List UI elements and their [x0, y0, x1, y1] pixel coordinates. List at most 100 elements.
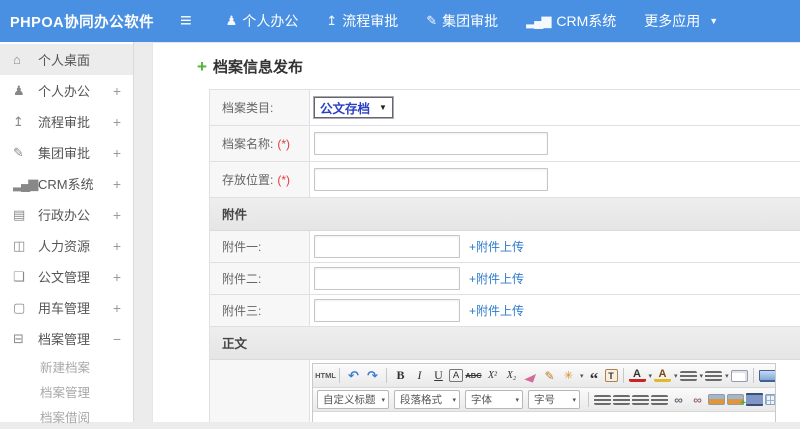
- caret-down-icon: ▾: [452, 396, 456, 404]
- align-justify-icon[interactable]: [651, 394, 668, 405]
- image-icon[interactable]: [708, 394, 725, 405]
- expand-icon[interactable]: +: [113, 83, 121, 99]
- sidebar-item-9[interactable]: ⊟ 档案管理 −: [0, 323, 133, 354]
- collapse-icon[interactable]: −: [113, 331, 121, 347]
- sidebar-item-8[interactable]: ▢ 用车管理 +: [0, 292, 133, 323]
- unlink-icon[interactable]: ∞: [689, 391, 706, 409]
- nav-item[interactable]: ♟ 个人办公: [226, 11, 299, 31]
- paragraph-format-select[interactable]: 段落格式 ▾: [394, 390, 460, 409]
- italic-icon[interactable]: I: [411, 367, 428, 385]
- nav-item-label: 更多应用: [644, 13, 701, 29]
- align-left-icon[interactable]: [594, 394, 611, 405]
- attachment-upload-link[interactable]: +附件上传: [469, 270, 524, 287]
- fullscreen-icon[interactable]: [758, 370, 775, 381]
- nav-item[interactable]: ▂▄▆ CRM系统: [526, 11, 616, 31]
- bold-icon[interactable]: B: [392, 367, 409, 385]
- attachment-upload-link[interactable]: +附件上传: [469, 238, 524, 255]
- strikethrough-icon[interactable]: ABC: [465, 367, 482, 385]
- align-center-icon[interactable]: [613, 394, 630, 405]
- expand-icon[interactable]: +: [113, 269, 121, 285]
- bullet-list-icon[interactable]: [705, 370, 723, 381]
- nav-item[interactable]: ✎ 集团审批: [426, 11, 498, 31]
- person-icon: ♟: [225, 13, 238, 28]
- expand-icon[interactable]: +: [113, 114, 121, 130]
- category-label: 档案类目:: [210, 90, 310, 125]
- redo-icon[interactable]: ↷: [364, 367, 381, 385]
- media-icon[interactable]: [746, 393, 763, 406]
- attachment-input[interactable]: [314, 299, 460, 322]
- attachment-input[interactable]: [314, 235, 460, 258]
- undo-icon[interactable]: ↶: [345, 367, 362, 385]
- caret-down-icon[interactable]: ▾: [725, 372, 729, 380]
- wand-icon[interactable]: ✳: [560, 367, 577, 385]
- ordered-list-icon[interactable]: [679, 370, 697, 381]
- nav-item[interactable]: 更多应用 ▼: [644, 11, 718, 31]
- sidebar-item-label: CRM系统: [38, 177, 94, 192]
- edit-icon: ✎: [426, 13, 437, 28]
- sidebar-subitem-0[interactable]: 新建档案: [0, 354, 133, 379]
- expand-icon[interactable]: +: [113, 207, 121, 223]
- heading-select[interactable]: 自定义标题 ▾: [317, 390, 389, 409]
- font-size-select[interactable]: 字号 ▾: [528, 390, 580, 409]
- link-icon[interactable]: ∞: [670, 391, 687, 409]
- align-right-icon[interactable]: [632, 394, 649, 405]
- sidebar-subitem-2[interactable]: 档案借阅: [0, 404, 133, 429]
- book-icon: ◫: [13, 237, 25, 253]
- highlight-icon[interactable]: A: [654, 369, 672, 382]
- boxed-font-icon[interactable]: A: [449, 369, 463, 382]
- storage-location-input[interactable]: [314, 168, 548, 191]
- quote-icon[interactable]: “: [586, 367, 603, 387]
- sidebar-item-1[interactable]: ♟ 个人办公 +: [0, 75, 133, 106]
- caret-down-icon[interactable]: ▾: [700, 372, 704, 380]
- insert-image-icon[interactable]: [727, 394, 746, 409]
- sidebar-item-4[interactable]: ▂▄▆ CRM系统 +: [0, 168, 133, 199]
- caret-down-icon[interactable]: ▾: [649, 372, 653, 380]
- sidebar-item-label: 个人桌面: [38, 53, 91, 68]
- sidebar-item-label: 用车管理: [38, 301, 91, 316]
- superscript-icon[interactable]: X²: [484, 367, 501, 385]
- location-label: 存放位置: (*): [210, 162, 310, 197]
- sidebar-item-2[interactable]: ↥ 流程审批 +: [0, 106, 133, 137]
- expand-icon[interactable]: +: [113, 238, 121, 254]
- main-panel: + 档案信息发布 档案类目: 公文存档 ▼ 档案名称: (*) 存放位置: (*…: [152, 42, 800, 422]
- table-icon[interactable]: [765, 394, 775, 405]
- caret-down-icon: ▾: [515, 396, 519, 404]
- format-brush-icon[interactable]: ✎: [541, 367, 558, 385]
- expand-icon[interactable]: +: [113, 176, 121, 192]
- new-page-icon[interactable]: [730, 369, 748, 382]
- attachment-label-text: 附件一:: [222, 240, 262, 254]
- font-family-select-value: 字体: [471, 394, 492, 406]
- paragraph-format-select-value: 段落格式: [400, 394, 442, 406]
- sidebar-subitem-1[interactable]: 档案管理: [0, 379, 133, 404]
- archive-name-input[interactable]: [314, 132, 548, 155]
- sidebar: ⌂ 个人桌面 ♟ 个人办公 + ↥ 流程审批 + ✎ 集团审批 + ▂▄▆ CRM系统 + ▤ 行政办公 + ◫ 人…: [0, 42, 134, 425]
- eraser-icon[interactable]: ◢: [519, 364, 541, 387]
- sidebar-item-6[interactable]: ◫ 人力资源 +: [0, 230, 133, 261]
- attachment-upload-link[interactable]: +附件上传: [469, 302, 524, 319]
- required-mark: (*): [277, 136, 291, 151]
- workflow-icon: ↥: [326, 13, 337, 28]
- menu-icon[interactable]: ≡: [180, 11, 192, 31]
- category-select[interactable]: 公文存档 ▼: [313, 96, 394, 119]
- paste-text-icon[interactable]: T: [604, 369, 618, 382]
- underline-icon[interactable]: U: [430, 367, 447, 385]
- sidebar-item-5[interactable]: ▤ 行政办公 +: [0, 199, 133, 230]
- font-family-select[interactable]: 字体 ▾: [465, 390, 523, 409]
- sidebar-item-3[interactable]: ✎ 集团审批 +: [0, 137, 133, 168]
- attachment-label: 附件一:: [210, 231, 310, 262]
- expand-icon[interactable]: +: [113, 145, 121, 161]
- nav-item[interactable]: ↥ 流程审批: [326, 11, 398, 31]
- subscript-icon[interactable]: X₂: [503, 367, 520, 385]
- attachment-input[interactable]: [314, 267, 460, 290]
- attachments-section-header: 附件: [210, 198, 800, 231]
- sidebar-item-7[interactable]: ❏ 公文管理 +: [0, 261, 133, 292]
- html-source-button[interactable]: HTML: [315, 367, 336, 385]
- sidebar-item-0[interactable]: ⌂ 个人桌面: [0, 44, 133, 75]
- name-row: 档案名称: (*): [210, 126, 800, 162]
- caret-down-icon[interactable]: ▾: [580, 372, 584, 380]
- expand-icon[interactable]: +: [113, 300, 121, 316]
- font-color-icon[interactable]: A: [628, 369, 646, 382]
- editor-content[interactable]: [313, 412, 775, 422]
- attachment-label-text: 附件二:: [222, 272, 262, 286]
- caret-down-icon[interactable]: ▾: [674, 372, 678, 380]
